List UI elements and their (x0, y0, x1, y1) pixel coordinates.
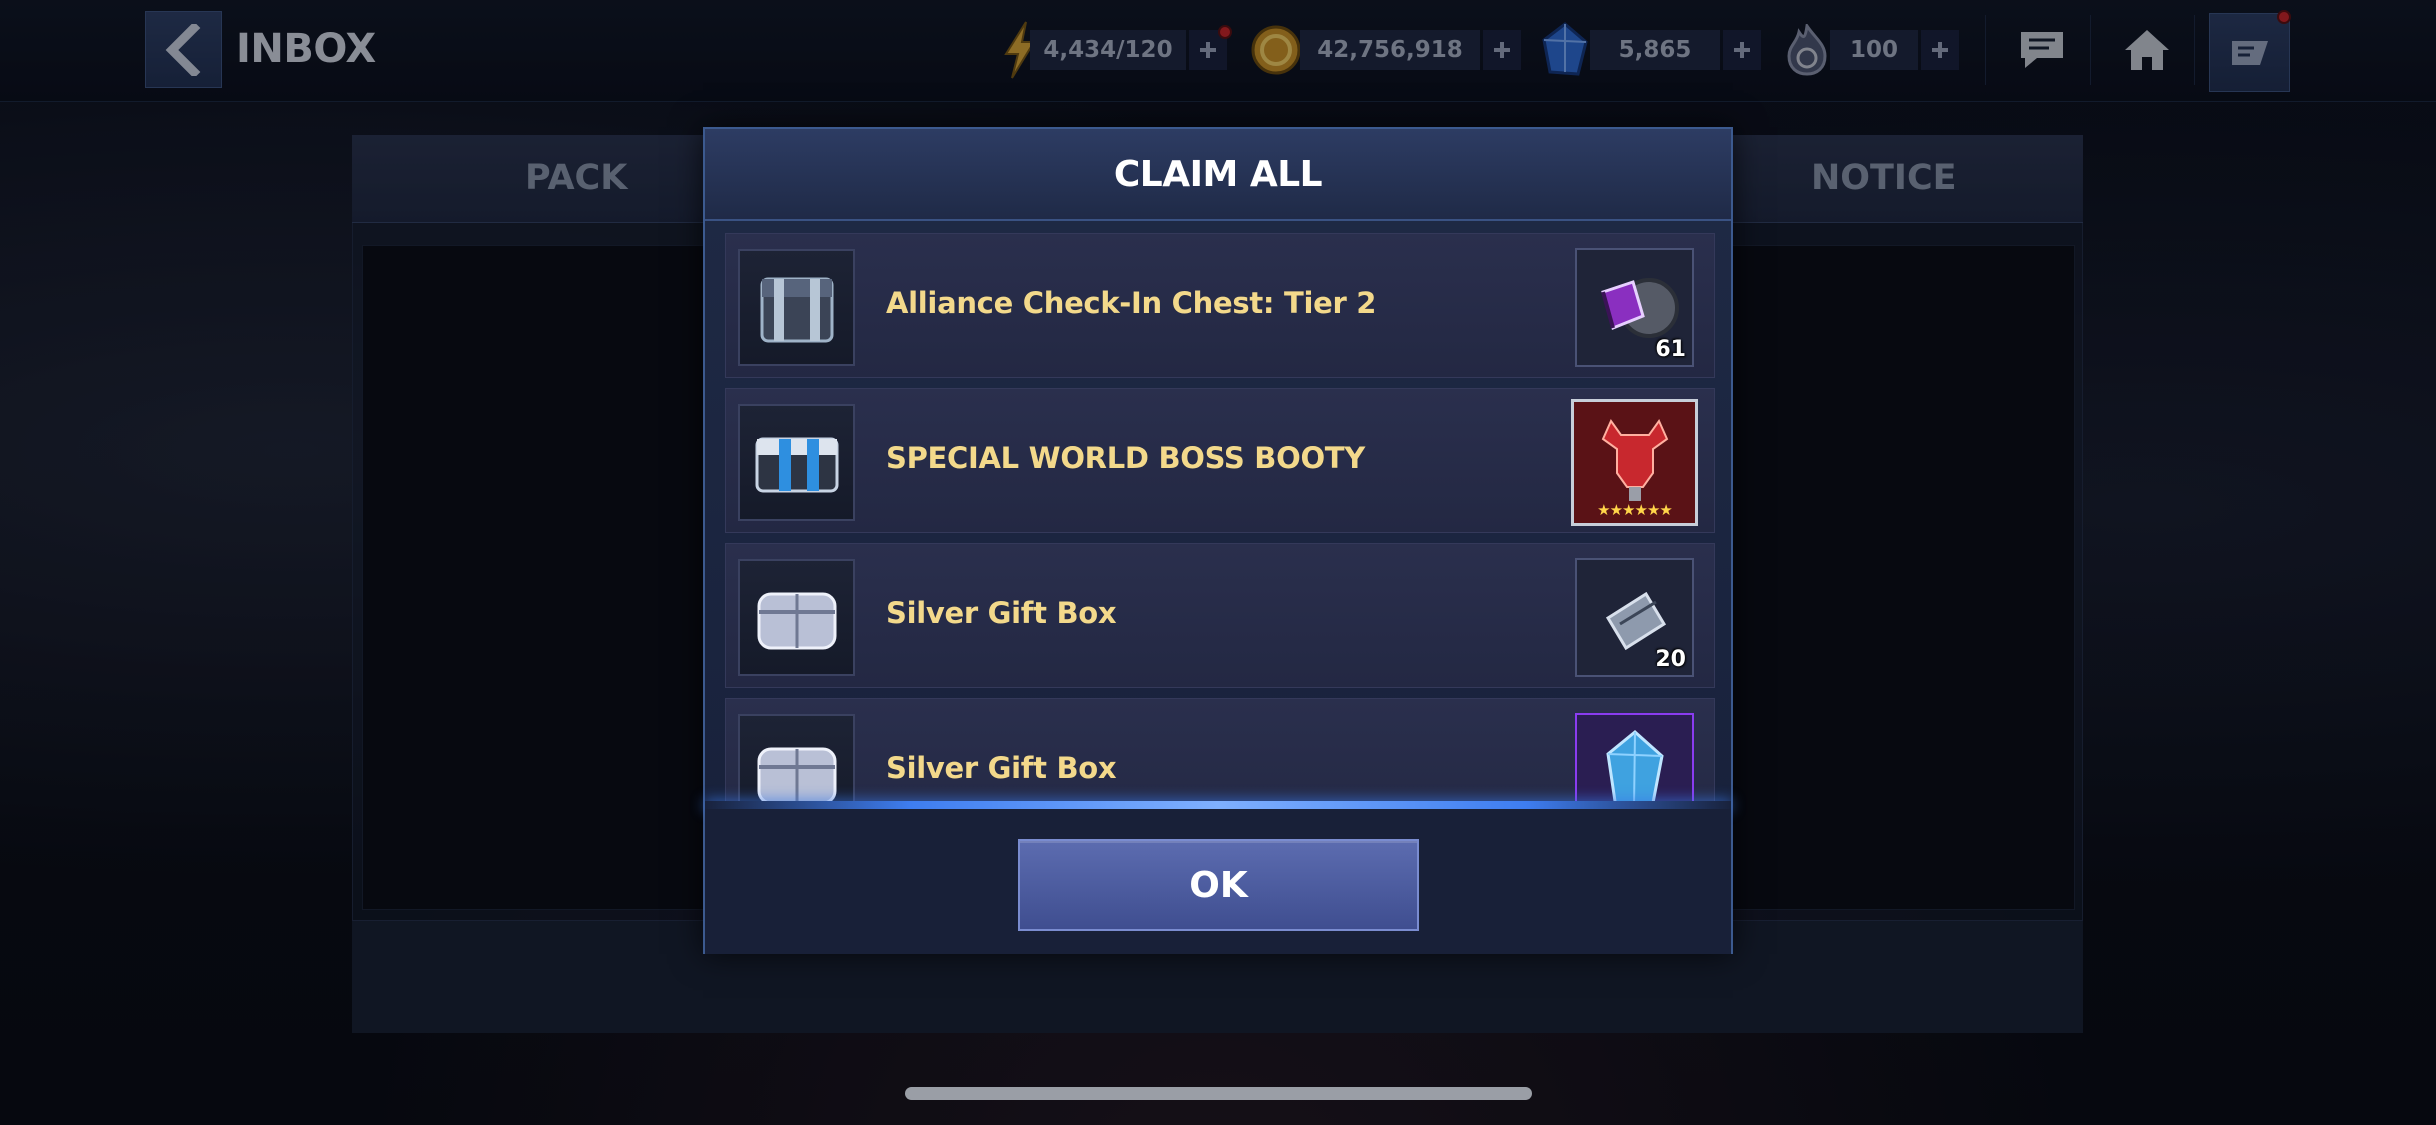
reward-slot[interactable]: 61 (1575, 248, 1694, 367)
blue-crystal-icon (1605, 729, 1664, 801)
list-item: Alliance Check-In Chest: Tier 2 61 (725, 233, 1715, 378)
home-indicator-bar[interactable] (905, 1087, 1532, 1100)
claim-all-dialog: CLAIM ALL Alliance Check-In Chest: Tier … (703, 127, 1733, 954)
list-bottom-glow (705, 801, 1731, 809)
dialog-title: CLAIM ALL (1113, 153, 1323, 195)
dialog-header: CLAIM ALL (705, 129, 1731, 221)
list-item: SPECIAL WORLD BOSS BOOTY ★★★★★★ (725, 388, 1715, 533)
reward-slot[interactable]: 20 (1575, 558, 1694, 677)
silver-gift-box-icon (738, 559, 855, 676)
blue-chest-icon (738, 404, 855, 521)
item-name: Alliance Check-In Chest: Tier 2 (886, 286, 1377, 320)
ok-button-label: OK (1189, 864, 1248, 906)
reward-count: 20 (1655, 647, 1686, 672)
reward-count: 61 (1655, 337, 1686, 362)
reward-slot[interactable]: ★★★★★★ (1571, 399, 1698, 526)
list-item: Silver Gift Box 20 (725, 543, 1715, 688)
reward-list[interactable]: Alliance Check-In Chest: Tier 2 61 SPECI… (715, 233, 1721, 801)
item-name: Silver Gift Box (886, 596, 1117, 630)
dark-chest-icon (738, 249, 855, 366)
item-name: Silver Gift Box (886, 751, 1117, 785)
item-name: SPECIAL WORLD BOSS BOOTY (886, 441, 1365, 475)
silver-gift-box-icon (738, 714, 855, 801)
list-item: Silver Gift Box (725, 698, 1715, 801)
red-gear-item-icon (1601, 418, 1668, 501)
reward-slot[interactable] (1575, 713, 1694, 801)
star-rating: ★★★★★★ (1597, 502, 1673, 519)
ok-button[interactable]: OK (1018, 839, 1419, 931)
